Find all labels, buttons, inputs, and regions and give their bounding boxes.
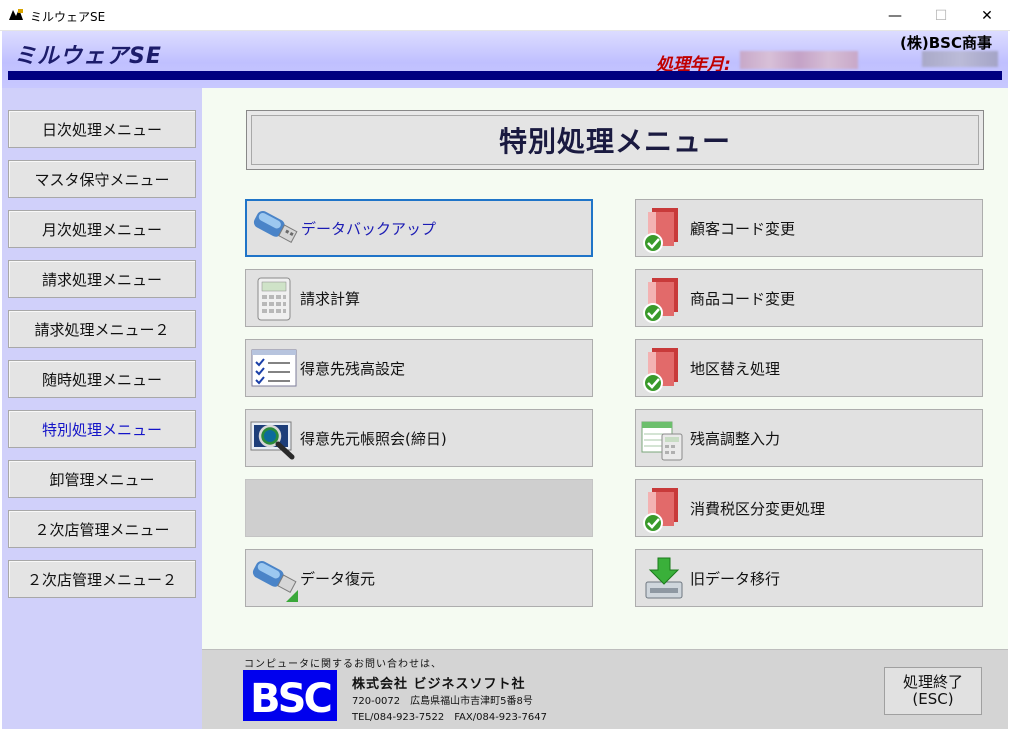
calculator-icon <box>257 277 291 321</box>
exit-label: 処理終了 <box>902 673 963 691</box>
menu-title-frame: 特別処理メニュー <box>246 110 984 170</box>
sidebar-item-label: 日次処理メニュー <box>41 120 162 139</box>
region-change-button[interactable]: 地区替え処理 <box>635 339 983 397</box>
app-header: ミルウェアSE 処理年月: (株)BSC商事 <box>2 31 1008 88</box>
sidebar-item-label: 随時処理メニュー <box>41 370 162 389</box>
button-label: データ復元 <box>300 569 376 588</box>
window-title: ミルウェアSE <box>30 10 106 24</box>
sidebar-item-label: 請求処理メニュー２ <box>34 320 170 339</box>
legacy-data-migration-button[interactable]: 旧データ移行 <box>635 549 983 607</box>
sidebar-item-label: 特別処理メニュー <box>41 420 162 439</box>
billing-calculation-button[interactable]: 請求計算 <box>245 269 593 327</box>
sidebar-item-monthly[interactable]: 月次処理メニュー <box>8 210 196 248</box>
minimize-icon: — <box>888 7 902 24</box>
sidebar-item-label: 月次処理メニュー <box>41 220 162 239</box>
customer-code-change-button[interactable]: 顧客コード変更 <box>635 199 983 257</box>
sidebar-item-billing-2[interactable]: 請求処理メニュー２ <box>8 310 196 348</box>
page-title: 特別処理メニュー <box>251 115 979 165</box>
company-detail-redacted <box>922 51 998 67</box>
button-label: 旧データ移行 <box>690 569 781 588</box>
usb-drive-icon <box>253 210 298 243</box>
button-label: 残高調整入力 <box>690 429 781 448</box>
close-button[interactable]: ✕ <box>964 0 1010 31</box>
button-label: 請求計算 <box>300 289 361 308</box>
doc-check-icon <box>643 278 678 323</box>
button-label: データバックアップ <box>301 219 437 238</box>
sidebar-item-wholesale[interactable]: 卸管理メニュー <box>8 460 196 498</box>
app-icon <box>8 8 24 22</box>
doc-check-icon <box>643 208 678 253</box>
magnifier-icon <box>250 421 295 460</box>
button-label: 商品コード変更 <box>690 289 796 308</box>
customer-balance-setup-button[interactable]: 得意先残高設定 <box>245 339 593 397</box>
button-label: 地区替え処理 <box>690 359 781 378</box>
brand-title: ミルウェアSE <box>14 44 162 69</box>
doc-check-icon <box>643 348 678 393</box>
tax-category-change-button[interactable]: 消費税区分変更処理 <box>635 479 983 537</box>
sidebar-item-label: マスタ保守メニュー <box>34 170 170 189</box>
button-label: 消費税区分変更処理 <box>690 499 826 518</box>
product-code-change-button[interactable]: 商品コード変更 <box>635 269 983 327</box>
doc-check-icon <box>643 488 678 533</box>
processing-month-redacted <box>740 51 858 69</box>
sidebar-item-label: ２次店管理メニュー <box>34 520 170 539</box>
button-label: 得意先元帳照会(締日) <box>300 429 447 448</box>
support-phone: TEL/084-923-7522 FAX/084-923-7647 <box>352 712 547 723</box>
sidebar-item-secondary-store[interactable]: ２次店管理メニュー <box>8 510 196 548</box>
footer-panel: コンピュータに関するお問い合わせは、 BSC 株式会社 ビジネスソフト社 720… <box>202 649 1008 729</box>
sidebar-item-billing[interactable]: 請求処理メニュー <box>8 260 196 298</box>
sidebar-item-label: 請求処理メニュー <box>41 270 162 289</box>
ledger-calculator-icon <box>641 421 683 461</box>
support-address: 720-0072 広島県福山市吉津町5番8号 <box>352 696 533 707</box>
minimize-button[interactable]: — <box>872 0 918 31</box>
data-restore-button[interactable]: データ復元 <box>245 549 593 607</box>
button-label: 顧客コード変更 <box>690 219 796 238</box>
blank-slot-button <box>245 479 593 537</box>
support-note: コンピュータに関するお問い合わせは、 <box>244 659 442 670</box>
window-titlebar: ミルウェアSE — ☐ ✕ <box>0 0 1010 31</box>
sidebar-item-label: 卸管理メニュー <box>49 470 155 489</box>
sidebar-item-adhoc[interactable]: 随時処理メニュー <box>8 360 196 398</box>
customer-ledger-inquiry-button[interactable]: 得意先元帳照会(締日) <box>245 409 593 467</box>
sidebar-item-secondary-store-2[interactable]: ２次店管理メニュー２ <box>8 560 196 598</box>
maximize-button[interactable]: ☐ <box>918 0 964 31</box>
logo-text: BSC <box>250 676 330 721</box>
data-backup-button[interactable]: データバックアップ <box>245 199 593 257</box>
download-drive-icon <box>645 557 683 599</box>
maximize-icon: ☐ <box>934 7 948 24</box>
sidebar-item-special[interactable]: 特別処理メニュー <box>8 410 196 448</box>
balance-adjustment-button[interactable]: 残高調整入力 <box>635 409 983 467</box>
sidebar-item-master[interactable]: マスタ保守メニュー <box>8 160 196 198</box>
company-name: (株)BSC商事 <box>900 34 992 52</box>
exit-button[interactable]: 処理終了 (ESC) <box>884 667 982 715</box>
close-icon: ✕ <box>981 7 993 24</box>
sidebar-item-daily[interactable]: 日次処理メニュー <box>8 110 196 148</box>
button-label: 得意先残高設定 <box>300 359 406 378</box>
main-panel: 特別処理メニュー データバックアップ 請求計算 得意先残高設定 得意先元帳照会(… <box>202 88 1008 649</box>
bsc-logo: BSC <box>243 670 337 721</box>
header-stripe <box>8 71 1002 80</box>
sidebar-menu: 日次処理メニュー マスタ保守メニュー 月次処理メニュー 請求処理メニュー 請求処… <box>2 88 202 729</box>
usb-restore-icon <box>252 560 298 602</box>
checklist-icon <box>251 349 297 387</box>
support-company: 株式会社 ビジネスソフト社 <box>352 677 526 692</box>
sidebar-item-label: ２次店管理メニュー２ <box>26 570 177 589</box>
exit-shortcut: (ESC) <box>912 690 954 708</box>
